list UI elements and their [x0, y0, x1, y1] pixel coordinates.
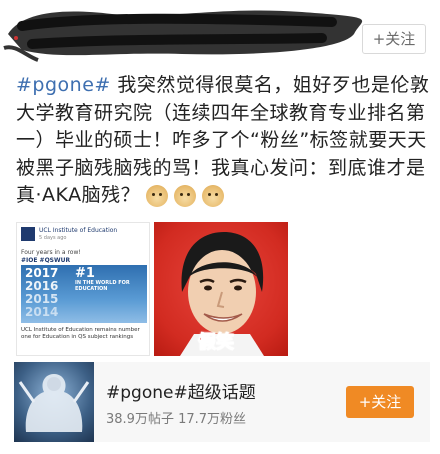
follow-topic-button[interactable]: +关注 — [346, 386, 414, 418]
ucl-logo-icon — [21, 227, 35, 241]
ucl-caption: UCL Institute of Education remains numbe… — [21, 327, 140, 340]
fake-smile-caption: 假笑 — [198, 332, 235, 354]
ucl-year: 2014 — [25, 305, 59, 319]
ucl-rank: #1 IN THE WORLD FOR EDUCATION — [75, 267, 147, 293]
ucl-ranking-panel: 2017 2016 2015 2014 #1 IN THE WORLD FOR … — [21, 265, 147, 323]
topic-thumbnail — [14, 362, 94, 442]
ucl-years: 2017 2016 2015 2014 — [25, 267, 58, 319]
topic-figure-illustration — [18, 374, 90, 432]
post-image-fake-smile[interactable]: 假笑 — [154, 222, 288, 356]
ucl-timestamp: 5 days ago — [39, 235, 67, 241]
post-header: +关注 — [0, 0, 440, 62]
ucl-rank-text: IN THE WORLD FOR EDUCATION — [75, 280, 130, 292]
redacted-author-scribble — [3, 10, 363, 62]
follow-author-button[interactable]: +关注 — [362, 24, 426, 54]
topic-stats: 38.9万帖子 17.7万粉丝 — [106, 412, 247, 427]
ucl-header: UCL Institute of Education 5 days ago — [21, 227, 145, 249]
doge-icon — [202, 184, 225, 207]
ucl-line: Four years in a row! — [21, 249, 81, 256]
post-body: #pgone# 我突然觉得很莫名，姐好歹也是伦敦大学教育研究院（连续四年全球教育… — [16, 72, 430, 210]
super-topic-card[interactable]: #pgone#超级话题 38.9万帖子 17.7万粉丝 +关注 — [14, 362, 430, 442]
post-image-ucl[interactable]: UCL Institute of Education 5 days ago Fo… — [16, 222, 150, 356]
doge-icon — [174, 184, 197, 207]
ucl-org-name: UCL Institute of Education — [39, 227, 118, 234]
hashtag-link[interactable]: #pgone# — [16, 74, 111, 96]
emoji-row — [146, 184, 225, 207]
ucl-tags: #IOE #QSWUR — [21, 257, 71, 264]
topic-title[interactable]: #pgone#超级话题 — [106, 378, 256, 403]
ucl-rank-number: #1 — [75, 266, 95, 281]
doge-icon — [146, 184, 169, 207]
